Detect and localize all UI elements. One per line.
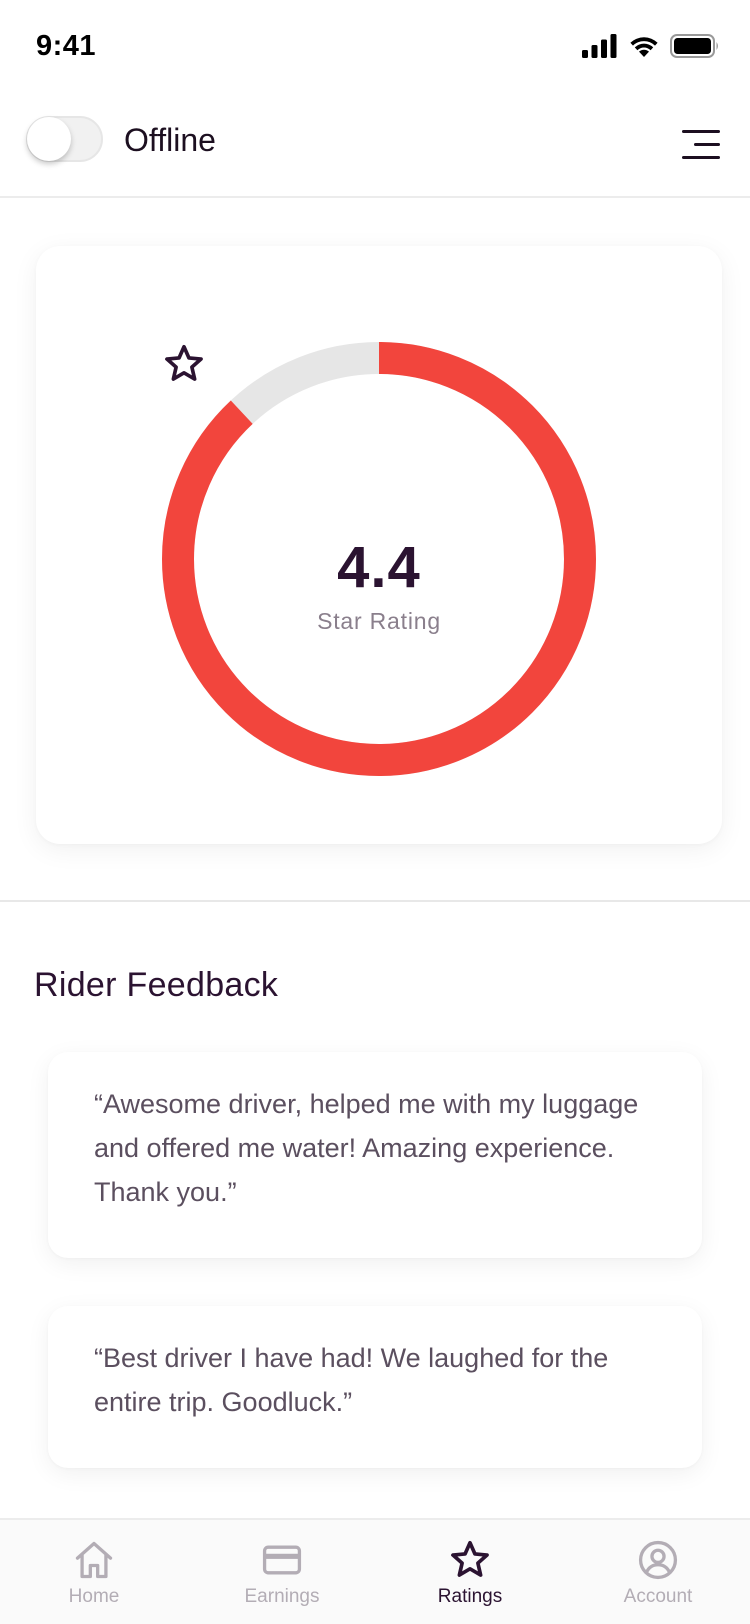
star-icon: [451, 1540, 489, 1577]
feedback-text: “Best driver I have had! We laughed for …: [94, 1343, 609, 1417]
nav-item-ratings[interactable]: Ratings: [376, 1520, 564, 1624]
rating-caption: Star Rating: [317, 608, 441, 634]
menu-button[interactable]: [676, 128, 720, 162]
nav-item-earnings[interactable]: Earnings: [188, 1520, 376, 1624]
rating-value: 4.4: [337, 535, 421, 600]
section-divider: [0, 900, 750, 902]
star-icon: [165, 344, 203, 381]
feedback-card: “Awesome driver, helped me with my lugga…: [48, 1052, 702, 1258]
status-icons: [582, 34, 720, 58]
nav-label-ratings: Ratings: [437, 1586, 503, 1607]
menu-icon-line-1: [682, 130, 720, 133]
battery-icon: [670, 34, 718, 58]
feedback-card: “Best driver I have had! We laughed for …: [48, 1306, 702, 1468]
rating-ring: 4.4 Star Rating: [162, 342, 596, 776]
nav-label-home: Home: [68, 1586, 120, 1607]
nav-label-account: Account: [623, 1586, 693, 1607]
status-bar: 9:41: [0, 0, 750, 100]
top-bar: Offline: [0, 100, 750, 198]
rating-card: 4.4 Star Rating: [36, 246, 722, 844]
signal-icon: [582, 34, 617, 58]
menu-icon-line-2: [694, 143, 720, 146]
card-icon: [262, 1545, 302, 1575]
toggle-knob: [27, 117, 71, 161]
home-icon: [75, 1541, 113, 1579]
driver-status-label: Offline: [124, 122, 216, 158]
ratings-screen: 9:41 Offline 4.4 Star Rating Rider Feedb…: [0, 0, 750, 1624]
wifi-icon: [630, 37, 658, 57]
feedback-text: “Awesome driver, helped me with my lugga…: [94, 1089, 639, 1207]
nav-label-earnings: Earnings: [244, 1586, 320, 1607]
account-icon: [638, 1540, 678, 1580]
menu-icon-line-3: [682, 156, 720, 159]
online-toggle[interactable]: [26, 116, 103, 162]
nav-item-account[interactable]: Account: [564, 1520, 750, 1624]
status-time: 9:41: [36, 30, 97, 62]
rider-feedback-title: Rider Feedback: [34, 966, 279, 1004]
bottom-nav: Home Earnings Ratings Account: [0, 1518, 750, 1624]
nav-item-home[interactable]: Home: [0, 1520, 188, 1624]
